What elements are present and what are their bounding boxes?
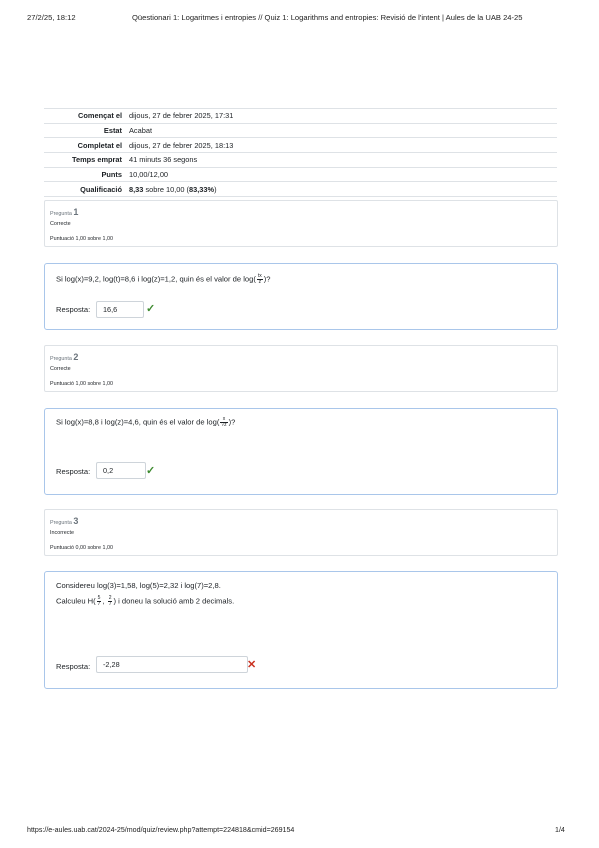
question-number-value: 2 xyxy=(73,352,79,362)
fraction-denominator: 7 xyxy=(97,601,101,607)
question-number: Pregunta 3 xyxy=(50,516,78,526)
correct-check-icon: ✓ xyxy=(146,465,156,477)
summary-row: Qualificació 8,33 sobre 10,00 (83,33%) xyxy=(44,181,557,198)
summary-value: 41 minuts 36 segons xyxy=(127,152,557,168)
question-state: Incorrecte xyxy=(50,530,74,536)
question-grade: Puntuació 1,00 sobre 1,00 xyxy=(50,236,113,242)
question-text-start: Si log(x)=9,2, log(t)=8,6 i log(z)=1,2, … xyxy=(56,274,256,284)
summary-value: dijous, 27 de febrer 2025, 18:13 xyxy=(127,137,557,153)
question-content-2: Si log(x)=8,8 i log(z)=4,6, quin és el v… xyxy=(44,408,558,495)
fraction-denominator: √z xyxy=(221,422,227,428)
question-text-end: ) i doneu la solució amb 2 decimals. xyxy=(113,596,235,606)
fraction: 57 xyxy=(96,596,102,607)
grade-percent: 83,33% xyxy=(189,184,215,194)
grade-text: sobre 10,00 ( xyxy=(143,184,189,194)
question-number: Pregunta 1 xyxy=(50,207,78,217)
question-state: Correcte xyxy=(50,221,71,227)
question-number-value: 1 xyxy=(73,207,79,217)
fraction: 27 xyxy=(107,596,113,607)
summary-row: Estat Acabat xyxy=(44,122,557,138)
summary-grade-value: 8,33 sobre 10,00 (83,33%) xyxy=(127,181,557,198)
question-text-separator: , xyxy=(102,596,107,606)
summary-value: dijous, 27 de febrer 2025, 17:31 xyxy=(127,108,557,124)
summary-key: Completat el xyxy=(44,137,127,153)
summary-key: Començat el xyxy=(44,108,127,124)
question-label: Pregunta xyxy=(50,356,72,362)
answer-label: Resposta: xyxy=(56,305,91,314)
summary-value: Acabat xyxy=(127,122,557,138)
answer-input[interactable]: 16,6 xyxy=(96,301,144,318)
question-state: Correcte xyxy=(50,366,71,372)
question-info-1: Pregunta 1 Correcte Puntuació 1,00 sobre… xyxy=(44,200,558,247)
summary-row: Completat el dijous, 27 de febrer 2025, … xyxy=(44,137,557,153)
summary-row: Temps emprat 41 minuts 36 segons xyxy=(44,152,557,168)
answer-label: Resposta: xyxy=(56,467,91,476)
grade-points: 8,33 xyxy=(129,184,144,194)
question-content-3: Considereu log(3)=1,58, log(5)=2,32 i lo… xyxy=(44,571,558,689)
question-content-1: Si log(x)=9,2, log(t)=8,6 i log(z)=1,2, … xyxy=(44,263,558,330)
summary-key: Temps emprat xyxy=(44,152,127,168)
page-number: 1/4 xyxy=(555,826,565,834)
question-text-line2: Calculeu H(5 7, 2 7) i doneu la solució am… xyxy=(56,596,234,607)
page-url: https://e-aules.uab.cat/2024-25/mod/quiz… xyxy=(27,826,295,834)
question-label: Pregunta xyxy=(50,520,72,526)
summary-row: Començat el dijous, 27 de febrer 2025, 1… xyxy=(44,108,557,124)
question-info-2: Pregunta 2 Correcte Puntuació 1,00 sobre… xyxy=(44,345,558,392)
grade-text-end: ) xyxy=(214,184,217,194)
correct-check-icon: ✓ xyxy=(146,303,156,315)
question-number: Pregunta 2 xyxy=(50,352,78,362)
question-grade: Puntuació 0,00 sobre 1,00 xyxy=(50,545,113,551)
question-label: Pregunta xyxy=(50,211,72,217)
answer-input[interactable]: 0,2 xyxy=(96,462,146,479)
question-text-line1: Considereu log(3)=1,58, log(5)=2,32 i lo… xyxy=(56,581,221,590)
summary-key: Punts xyxy=(44,166,127,182)
incorrect-cross-icon: ✕ xyxy=(247,659,257,671)
question-number-value: 3 xyxy=(73,516,79,526)
question-text: Si log(x)=8,8 i log(z)=4,6, quin és el v… xyxy=(56,417,235,428)
summary-row: Punts 10,00/12,00 xyxy=(44,166,557,182)
question-text-start: Calculeu H( xyxy=(56,596,96,606)
question-text-end: )? xyxy=(263,274,271,284)
print-date: 27/2/25, 18:12 xyxy=(27,13,76,22)
page-title: Qüestionari 1: Logaritmes i entropies //… xyxy=(132,13,523,22)
fraction: tx z xyxy=(256,274,263,285)
print-header: 27/2/25, 18:12 Qüestionari 1: Logaritmes… xyxy=(0,0,599,30)
fraction-denominator: z xyxy=(258,279,262,285)
answer-input[interactable]: -2,28 xyxy=(96,656,248,673)
summary-value: 10,00/12,00 xyxy=(127,166,557,182)
question-text: Si log(x)=9,2, log(t)=8,6 i log(z)=1,2, … xyxy=(56,274,271,285)
summary-key: Estat xyxy=(44,122,127,138)
fraction: x √z xyxy=(220,417,228,428)
question-grade: Puntuació 1,00 sobre 1,00 xyxy=(50,381,113,387)
answer-label: Resposta: xyxy=(56,662,91,671)
summary-key: Qualificació xyxy=(44,181,127,198)
fraction-denominator: 7 xyxy=(108,601,112,607)
question-info-3: Pregunta 3 Incorrecte Puntuació 0,00 sob… xyxy=(44,509,558,556)
question-text-end: )? xyxy=(228,417,236,427)
attempt-summary-table: Començat el dijous, 27 de febrer 2025, 1… xyxy=(44,108,557,198)
question-text-start: Si log(x)=8,8 i log(z)=4,6, quin és el v… xyxy=(56,417,220,427)
